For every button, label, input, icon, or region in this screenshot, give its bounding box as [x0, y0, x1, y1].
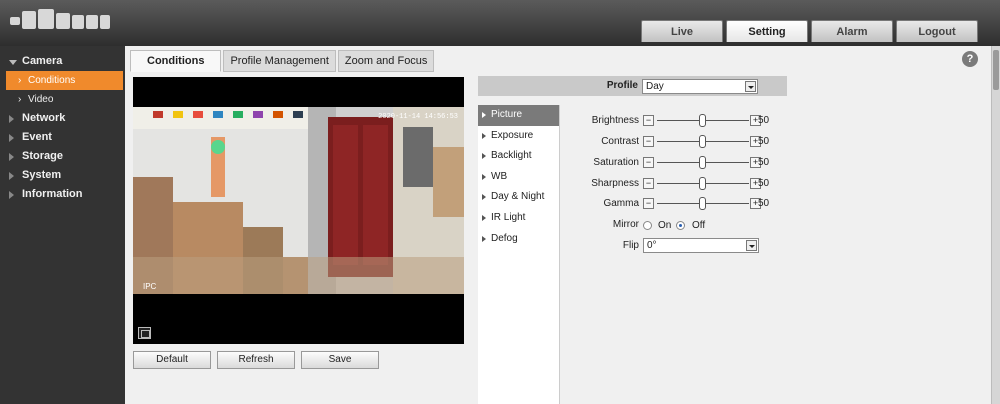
- sidebar-item-conditions[interactable]: › Conditions: [6, 71, 123, 90]
- collapse-arrow-icon: [9, 115, 14, 123]
- mirror-off-radio[interactable]: [676, 221, 685, 230]
- sidebar-network-label: Network: [22, 112, 66, 124]
- profile-select[interactable]: Day: [642, 79, 758, 94]
- menu-item-day-night[interactable]: Day & Night: [478, 187, 559, 208]
- profile-select-value: Day: [646, 81, 664, 92]
- help-icon[interactable]: ?: [962, 51, 978, 67]
- menu-item-ir-light[interactable]: IR Light: [478, 208, 559, 229]
- tab-conditions[interactable]: Conditions: [130, 50, 222, 72]
- main-nav: Live Setting Alarm Logout: [641, 20, 978, 42]
- minus-icon[interactable]: −: [643, 115, 654, 126]
- fullscreen-icon[interactable]: [138, 327, 151, 339]
- conditions-menu: Picture Exposure Backlight WB Day & Nigh…: [478, 105, 560, 404]
- sharpness-slider[interactable]: − +: [643, 177, 763, 190]
- sidebar-system-label: System: [22, 169, 62, 181]
- mirror-label: Mirror: [612, 219, 639, 230]
- dropdown-arrow-icon: [746, 240, 757, 251]
- dropdown-arrow-icon: [745, 81, 756, 92]
- saturation-slider[interactable]: − +: [643, 156, 763, 169]
- saturation-label: Saturation: [593, 157, 639, 168]
- sharpness-value: 50: [758, 178, 770, 189]
- profile-bar: Profile Day: [478, 76, 787, 96]
- gamma-label: Gamma: [603, 198, 639, 209]
- sidebar-item-event[interactable]: Event: [0, 128, 125, 147]
- chevron-right-icon: ›: [18, 94, 22, 105]
- mirror-on-radio[interactable]: [643, 221, 652, 230]
- chevron-right-icon: ›: [18, 75, 22, 86]
- sharpness-label: Sharpness: [591, 178, 639, 189]
- slider-thumb[interactable]: [699, 135, 706, 148]
- minus-icon[interactable]: −: [643, 157, 654, 168]
- vertical-scrollbar[interactable]: [991, 46, 1000, 404]
- slider-thumb[interactable]: [699, 156, 706, 169]
- tab-profile-management[interactable]: Profile Management: [223, 50, 336, 72]
- tab-zoom-and-focus[interactable]: Zoom and Focus: [337, 50, 435, 72]
- sidebar: Camera › Conditions › Video Network Even…: [0, 46, 125, 404]
- nav-logout-tab[interactable]: Logout: [896, 20, 978, 42]
- refresh-button[interactable]: Refresh: [217, 351, 295, 369]
- nav-live-tab[interactable]: Live: [641, 20, 723, 42]
- osd-timestamp: 2020-11-14 14:56:53: [378, 113, 458, 121]
- default-button[interactable]: Default: [133, 351, 211, 369]
- brightness-label: Brightness: [591, 115, 639, 126]
- header-bar: Live Setting Alarm Logout: [0, 0, 1000, 46]
- sidebar-item-video[interactable]: › Video: [0, 90, 125, 109]
- flip-select[interactable]: 0°: [643, 238, 759, 253]
- expand-arrow-icon: [9, 60, 17, 65]
- menu-item-exposure[interactable]: Exposure: [478, 126, 559, 147]
- camera-scene-image: [133, 107, 464, 294]
- flip-label: Flip: [622, 240, 639, 251]
- video-preview: 2020-11-14 14:56:53 IPC: [133, 77, 464, 344]
- menu-item-backlight[interactable]: Backlight: [478, 146, 559, 167]
- gamma-slider[interactable]: − +: [643, 197, 763, 210]
- sidebar-item-network[interactable]: Network: [0, 109, 125, 128]
- menu-item-wb[interactable]: WB: [478, 167, 559, 188]
- scrollbar-thumb[interactable]: [993, 50, 999, 90]
- contrast-slider[interactable]: − +: [643, 135, 763, 148]
- sidebar-item-storage[interactable]: Storage: [0, 147, 125, 166]
- nav-alarm-tab[interactable]: Alarm: [811, 20, 893, 42]
- slider-thumb[interactable]: [699, 177, 706, 190]
- profile-label: Profile: [606, 80, 638, 91]
- osd-channel-label: IPC: [143, 282, 157, 291]
- sidebar-information-label: Information: [22, 188, 83, 200]
- action-buttons: Default Refresh Save: [133, 351, 379, 369]
- sidebar-conditions-label: Conditions: [28, 75, 76, 86]
- gamma-value: 50: [758, 198, 770, 209]
- sidebar-item-information[interactable]: Information: [0, 185, 125, 204]
- collapse-arrow-icon: [9, 134, 14, 142]
- contrast-label: Contrast: [601, 136, 639, 147]
- mirror-on-label: On: [658, 220, 672, 231]
- sidebar-event-label: Event: [22, 131, 52, 143]
- brightness-value: 50: [758, 115, 770, 126]
- menu-item-picture[interactable]: Picture: [478, 105, 559, 126]
- content-panel: Conditions Profile Management Zoom and F…: [125, 46, 1000, 404]
- app-window: Live Setting Alarm Logout Camera › Condi…: [0, 0, 1000, 404]
- sidebar-storage-label: Storage: [22, 150, 63, 162]
- collapse-arrow-icon: [9, 153, 14, 161]
- sidebar-video-label: Video: [28, 94, 54, 105]
- flip-select-value: 0°: [647, 240, 657, 251]
- sidebar-item-camera[interactable]: Camera: [0, 52, 125, 71]
- slider-thumb[interactable]: [699, 114, 706, 127]
- minus-icon[interactable]: −: [643, 178, 654, 189]
- sidebar-camera-label: Camera: [22, 55, 63, 67]
- sidebar-item-system[interactable]: System: [0, 166, 125, 185]
- collapse-arrow-icon: [9, 191, 14, 199]
- collapse-arrow-icon: [9, 172, 14, 180]
- saturation-value: 50: [758, 157, 770, 168]
- brand-logo: [10, 9, 110, 33]
- mirror-off-label: Off: [692, 220, 706, 231]
- menu-item-defog[interactable]: Defog: [478, 229, 559, 250]
- minus-icon[interactable]: −: [643, 136, 654, 147]
- contrast-value: 50: [758, 136, 770, 147]
- sub-tabs: Conditions Profile Management Zoom and F…: [130, 50, 435, 72]
- save-button[interactable]: Save: [301, 351, 379, 369]
- minus-icon[interactable]: −: [643, 198, 654, 209]
- slider-thumb[interactable]: [699, 197, 706, 210]
- nav-setting-tab[interactable]: Setting: [726, 20, 808, 42]
- brightness-slider[interactable]: − +: [643, 114, 763, 127]
